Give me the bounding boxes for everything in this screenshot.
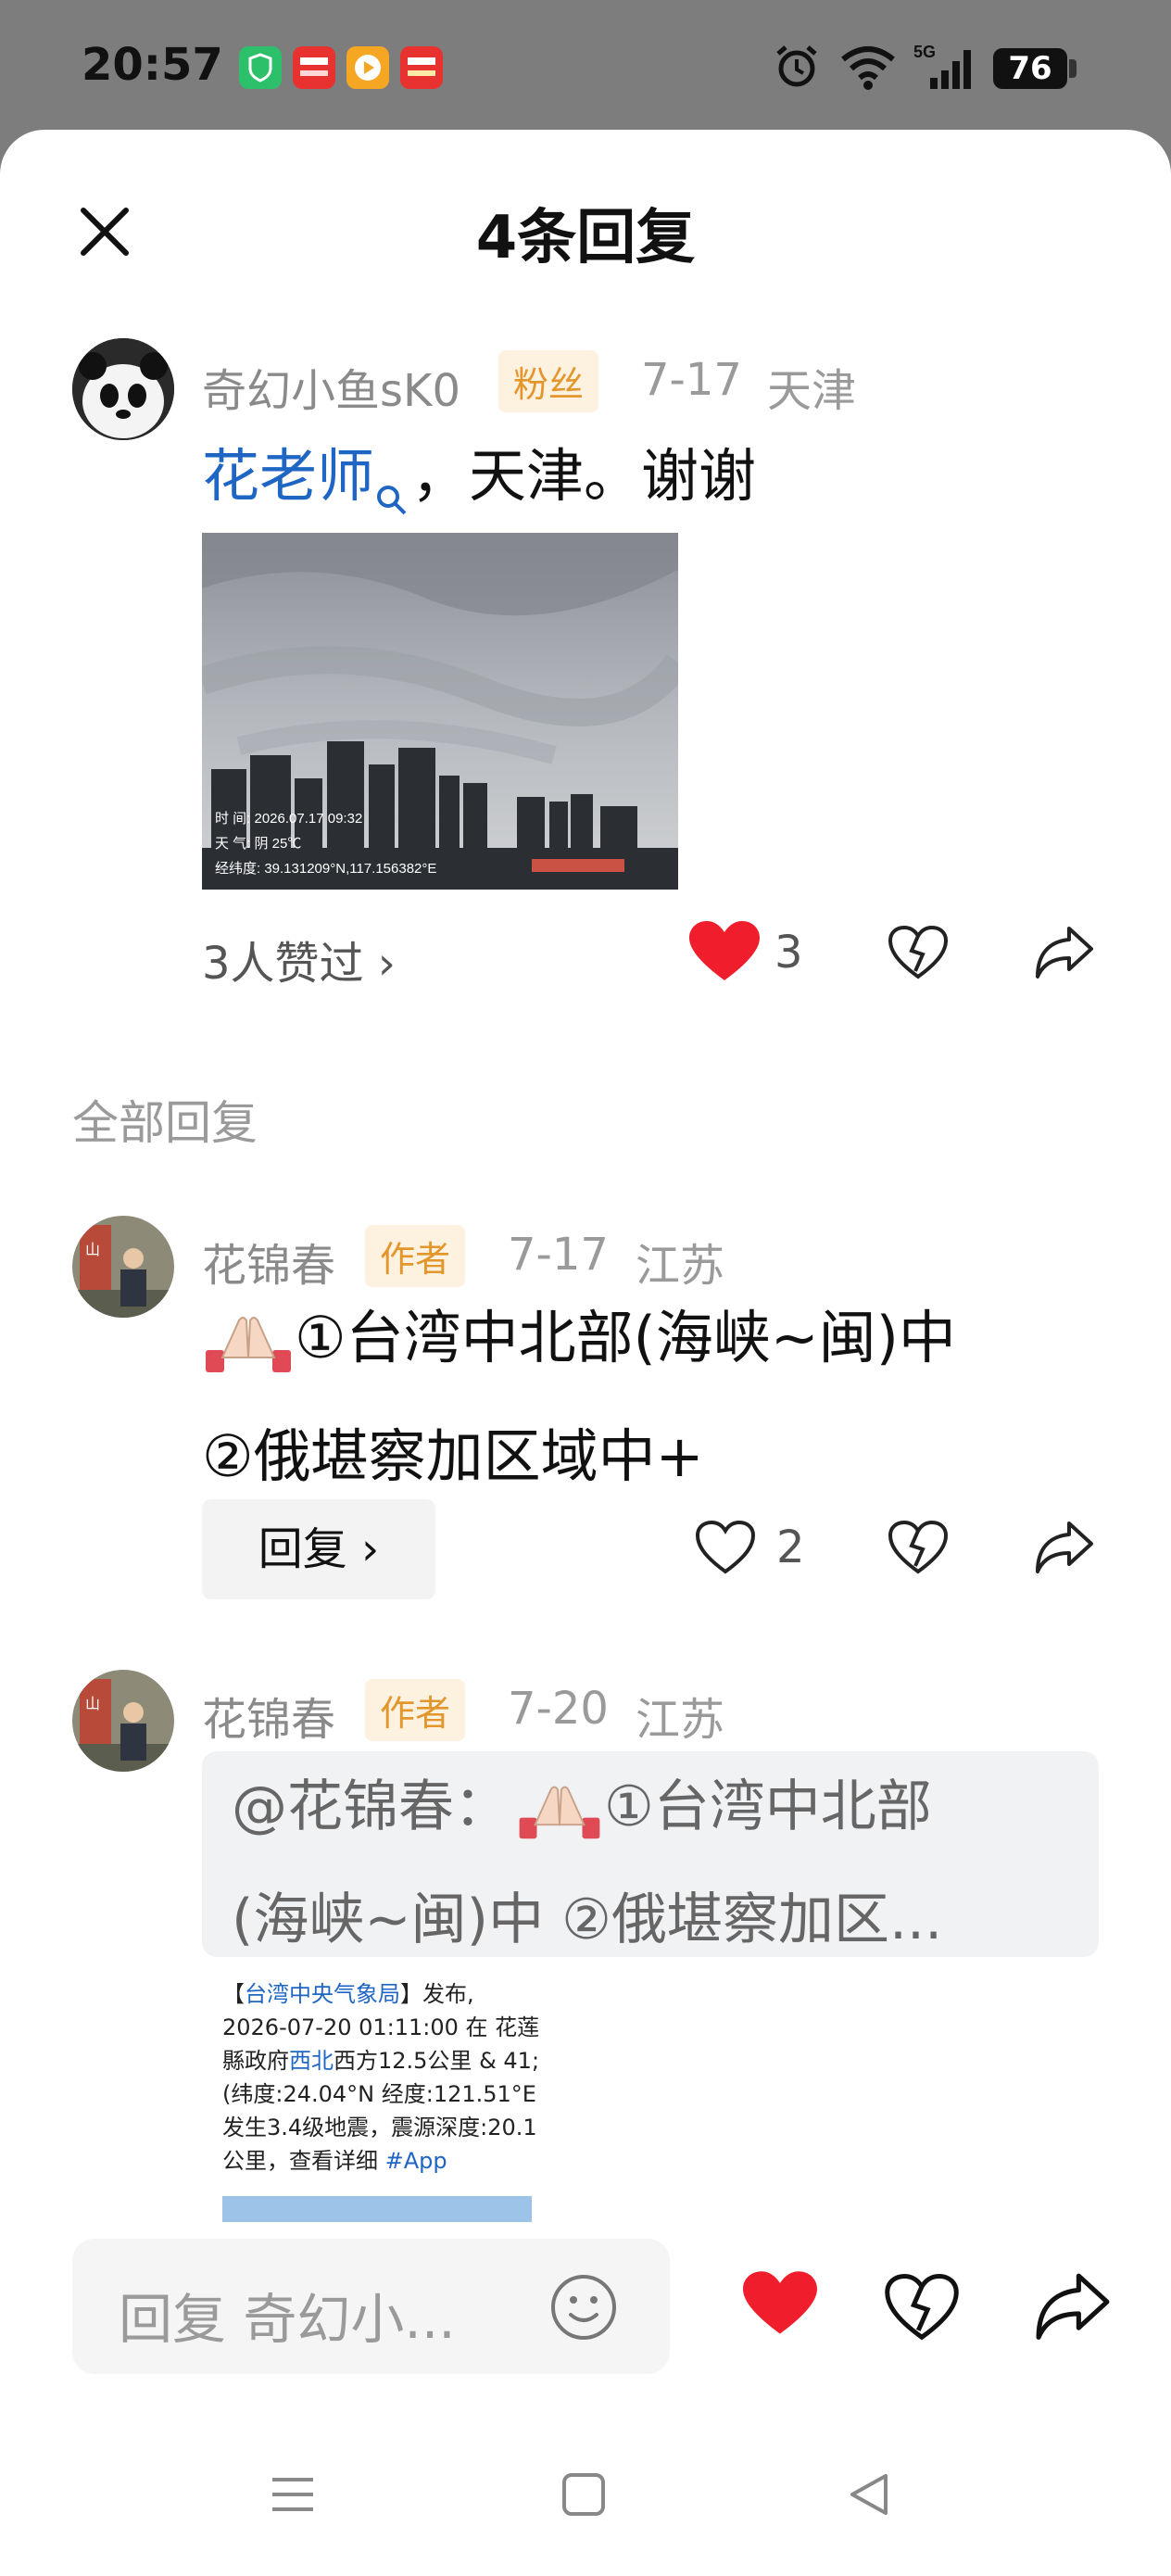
- reply-username[interactable]: 花锦春: [202, 1229, 335, 1294]
- section-all-replies: 全部回复: [72, 1096, 258, 1150]
- like-count: 2: [776, 1522, 805, 1573]
- map-thumbnail: [222, 2196, 532, 2222]
- reply-location: 江苏: [636, 1240, 725, 1292]
- image-text-line: 发生3.4级地震，震源深度:20.1: [222, 2115, 537, 2140]
- toutiao-lite-icon: [400, 46, 443, 89]
- alarm-icon: [771, 41, 823, 93]
- quote-line-2: (海峡~闽)中 ②俄堪察加区...: [232, 1888, 943, 1952]
- shield-icon: [239, 46, 282, 89]
- reply-date: 7-20: [508, 1683, 609, 1735]
- svg-text:5G: 5G: [913, 43, 936, 61]
- share-icon[interactable]: [1034, 923, 1095, 984]
- image-text-line: 縣政府西北西方12.5公里 & 41;: [222, 2048, 539, 2074]
- quote-line-1: ①台湾中北部: [604, 1774, 932, 1839]
- author-badge: 作者: [365, 1225, 466, 1287]
- comment-date: 7-17: [641, 354, 742, 406]
- home-icon[interactable]: [560, 2470, 608, 2522]
- quote-mention: @花锦春：: [232, 1774, 510, 1839]
- reply-username[interactable]: 花锦春: [202, 1683, 335, 1748]
- signal-5g-icon: 5G: [913, 41, 975, 93]
- avatar[interactable]: 山: [72, 1216, 174, 1318]
- back-icon[interactable]: [845, 2470, 893, 2522]
- page-title: 4条回复: [475, 204, 696, 272]
- emoji-icon[interactable]: [548, 2272, 619, 2346]
- svg-text:山: 山: [85, 1696, 100, 1712]
- like-count: 3: [774, 927, 803, 979]
- fan-badge: 粉丝: [498, 350, 599, 412]
- comment-text: 花老师 ，天津。谢谢: [202, 426, 756, 550]
- comment-location: 天津: [767, 365, 857, 417]
- menu-icon[interactable]: [269, 2470, 317, 2522]
- author-badge: 作者: [365, 1679, 466, 1741]
- wifi-icon: [837, 41, 899, 93]
- reply-line-2: ②俄堪察加区域中+: [202, 1422, 704, 1490]
- clap-hands-icon: [202, 1307, 295, 1407]
- battery-indicator: 76: [993, 48, 1077, 89]
- likes-list-link[interactable]: 3人赞过 ›: [202, 927, 396, 991]
- heart-filled-icon[interactable]: [689, 921, 760, 988]
- dislike-icon[interactable]: [884, 2272, 960, 2346]
- photo-watermark-time: 时 间: 2026.07.17 09:32: [215, 811, 362, 827]
- photo-watermark-coords: 经纬度: 39.131209°N,117.156382°E: [215, 861, 436, 877]
- photo-watermark-weather: 天 气: 阴 25℃: [215, 836, 301, 852]
- image-text-line: 【台湾中央气象局】发布,: [222, 1981, 474, 2007]
- toutiao-icon: [293, 46, 335, 89]
- reply-input-placeholder: 回复 奇幻小...: [119, 2288, 456, 2351]
- reply-button[interactable]: 回复 ›: [202, 1499, 435, 1599]
- quoted-reply[interactable]: @花锦春： ①台湾中北部 (海峡~闽)中 ②俄堪察加区...: [202, 1751, 1099, 1957]
- avatar[interactable]: [72, 338, 174, 440]
- video-play-icon: [346, 46, 389, 89]
- comment-username[interactable]: 奇幻小鱼sK0: [202, 354, 460, 419]
- status-time: 20:57: [82, 39, 223, 91]
- image-text-line: (纬度:24.04°N 经度:121.51°E: [222, 2081, 536, 2107]
- status-bar: 20:57 5G 76: [0, 0, 1171, 130]
- avatar[interactable]: 山: [72, 1670, 174, 1772]
- comment-body: ，天津。谢谢: [411, 442, 757, 510]
- clap-hands-icon: [515, 1775, 604, 1872]
- reply-location: 江苏: [636, 1694, 725, 1746]
- reply-text: ①台湾中北部(海峡~闽)中 ②俄堪察加区域中+: [202, 1288, 1128, 1507]
- image-text-line: 2026-07-20 01:11:00 在 花莲: [222, 2014, 539, 2040]
- image-text-line: 公里，查看详细 #App: [222, 2148, 447, 2174]
- comment-photo[interactable]: 时 间: 2026.07.17 09:32 天 气: 阴 25℃ 经纬度: 39…: [202, 533, 678, 890]
- heart-outline-icon[interactable]: [695, 1520, 756, 1579]
- heart-filled-icon[interactable]: [743, 2270, 817, 2342]
- dislike-icon[interactable]: [888, 925, 949, 984]
- reply-image[interactable]: 【台湾中央气象局】发布, 2026-07-20 01:11:00 在 花莲 縣政…: [215, 1972, 539, 2222]
- dislike-icon[interactable]: [888, 1520, 949, 1579]
- reply-date: 7-17: [508, 1229, 609, 1281]
- reply-line-1: ①台湾中北部(海峡~闽)中: [295, 1304, 956, 1371]
- svg-text:山: 山: [85, 1242, 100, 1258]
- share-icon[interactable]: [1034, 2268, 1112, 2346]
- share-icon[interactable]: [1034, 1518, 1095, 1579]
- mention-link[interactable]: 花老师: [202, 442, 374, 510]
